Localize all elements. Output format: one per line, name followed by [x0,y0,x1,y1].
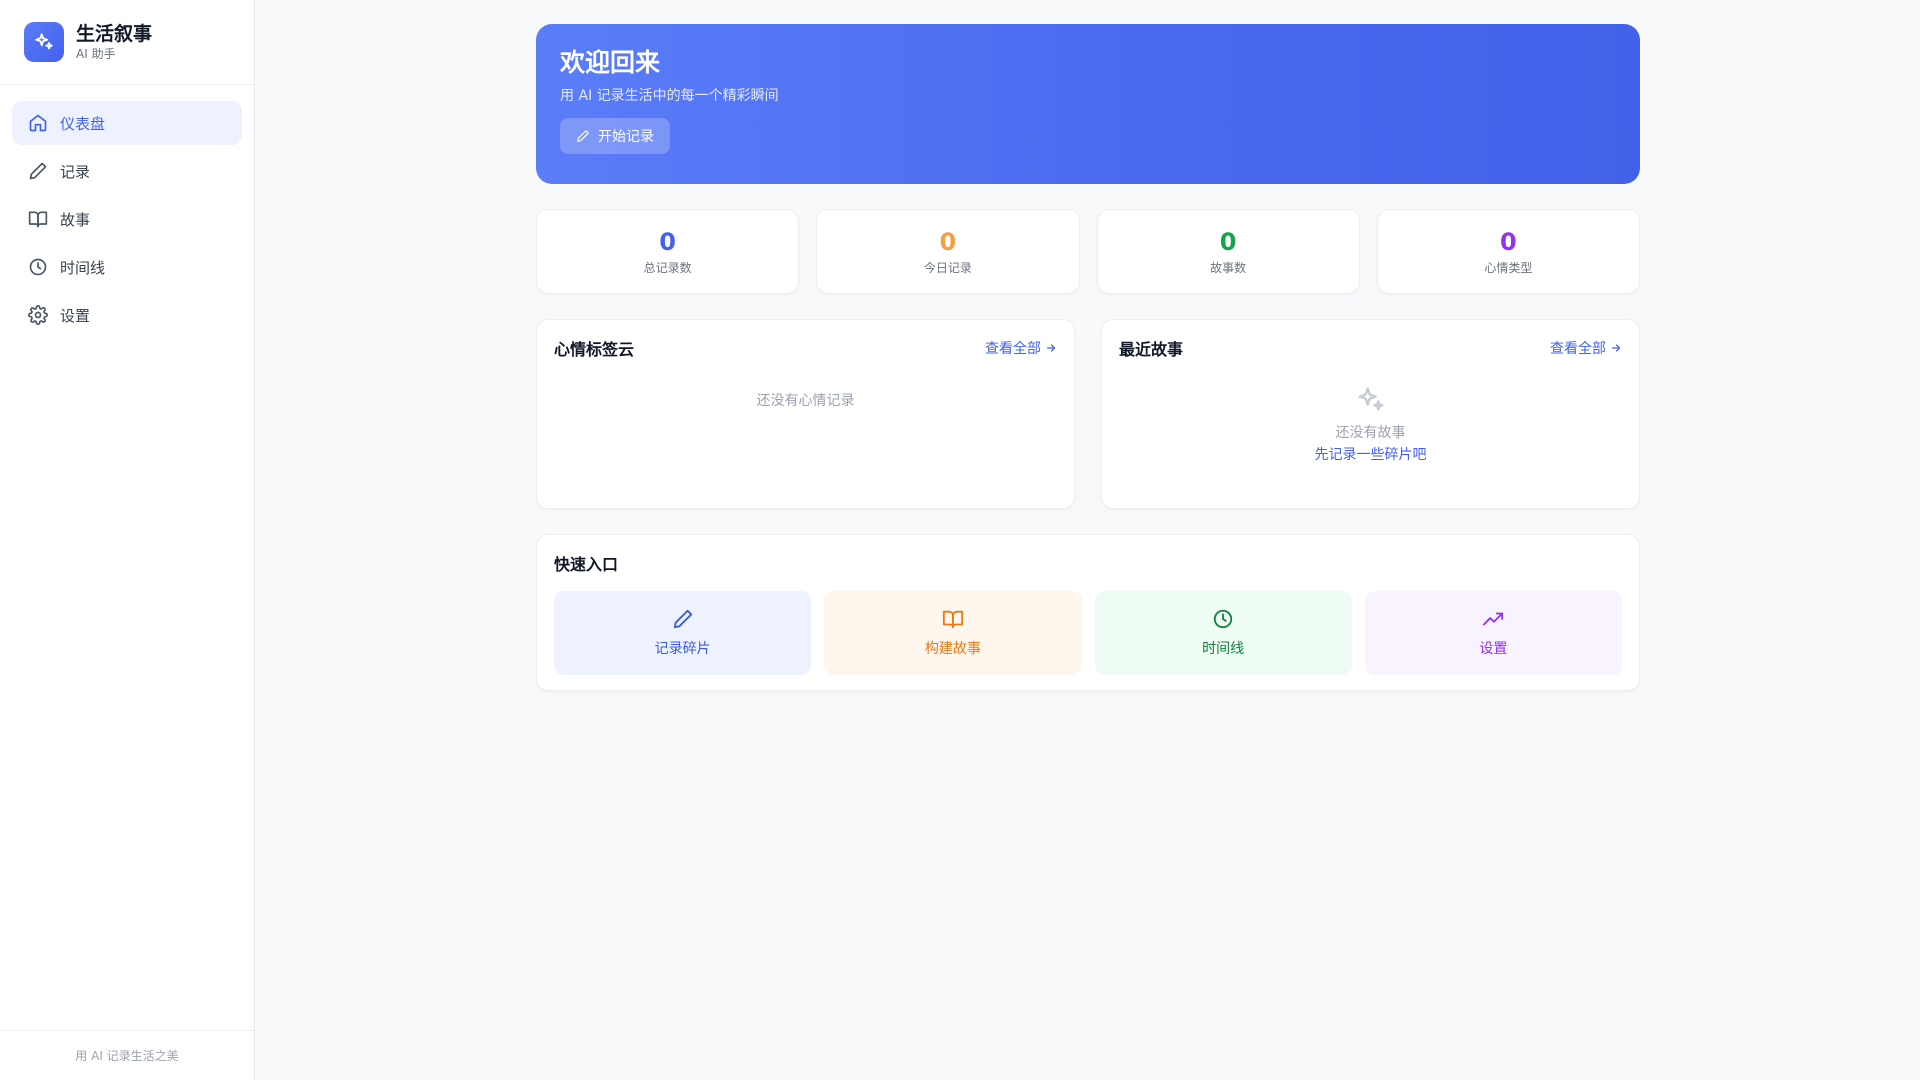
app-root: 生活叙事 AI 助手 仪表盘 记录 故事 时间线 设置 用 AI 记录生活之美 … [0,0,1920,1080]
stat-mood-types: 0 心情类型 [1376,209,1640,294]
sidebar-item-record[interactable]: 记录 [12,149,242,193]
sidebar-item-label: 仪表盘 [60,114,106,133]
quick-access-panel: 快速入口 记录碎片 构建故事 时间线 设置 [536,534,1640,691]
sparkles-logo-icon [24,22,64,62]
gear-icon [28,305,48,325]
quick-build-story-button[interactable]: 构建故事 [824,591,1082,675]
quick-item-label: 构建故事 [924,641,981,657]
stat-today-records: 0 今日记录 [816,209,1080,294]
stats-row: 0 总记录数 0 今日记录 0 故事数 0 心情类型 [536,209,1640,294]
sidebar-footer: 用 AI 记录生活之美 [0,1030,254,1080]
brand: 生活叙事 AI 助手 [0,0,254,85]
stat-value: 0 [1219,228,1237,256]
sidebar: 生活叙事 AI 助手 仪表盘 记录 故事 时间线 设置 用 AI 记录生活之美 [0,0,255,1080]
start-record-label: 开始记录 [598,129,654,145]
stat-story-count: 0 故事数 [1096,209,1360,294]
clock-icon [1213,609,1233,629]
dashboard-content: 欢迎回来 用 AI 记录生活中的每一个精彩瞬间 开始记录 0 总记录数 0 今日… [536,24,1640,691]
quick-access-grid: 记录碎片 构建故事 时间线 设置 [554,591,1622,675]
welcome-title: 欢迎回来 [560,48,661,77]
sidebar-item-timeline[interactable]: 时间线 [12,245,242,289]
sidebar-item-dashboard[interactable]: 仪表盘 [12,101,242,145]
start-record-button[interactable]: 开始记录 [560,118,670,154]
welcome-subtitle: 用 AI 记录生活中的每一个精彩瞬间 [560,88,779,104]
sidebar-item-label: 故事 [60,210,91,229]
mood-tag-cloud-panel: 心情标签云 查看全部 还没有心情记录 [536,319,1075,509]
sidebar-nav: 仪表盘 记录 故事 时间线 设置 [0,85,254,357]
main-area: 欢迎回来 用 AI 记录生活中的每一个精彩瞬间 开始记录 0 总记录数 0 今日… [255,0,1920,1080]
quick-item-label: 设置 [1479,641,1508,657]
view-all-label: 查看全部 [1550,341,1606,357]
stat-label: 今日记录 [923,261,972,275]
record-fragments-link[interactable]: 先记录一些碎片吧 [1315,444,1427,466]
pen-icon [673,609,692,629]
view-all-label: 查看全部 [985,341,1041,357]
panel-title: 最近故事 [1119,340,1184,359]
trending-up-icon [1483,612,1504,626]
panel-title: 心情标签云 [554,340,635,359]
stat-label: 心情类型 [1484,261,1533,275]
panels-row: 心情标签云 查看全部 还没有心情记录 最近故事 查看全部 还没有故事 先记录一些… [536,319,1640,509]
quick-timeline-button[interactable]: 时间线 [1094,591,1352,675]
arrow-right-icon [1046,344,1056,352]
quick-settings-button[interactable]: 设置 [1364,591,1622,675]
stat-label: 故事数 [1210,261,1247,275]
pen-icon [577,130,589,142]
sidebar-item-label: 记录 [60,162,91,181]
welcome-banner: 欢迎回来 用 AI 记录生活中的每一个精彩瞬间 开始记录 [536,24,1640,184]
sidebar-item-label: 时间线 [60,258,106,277]
brand-subtitle: AI 助手 [76,47,116,61]
stat-label: 总记录数 [643,261,692,275]
quick-item-label: 记录碎片 [654,641,711,657]
stat-value: 0 [1500,228,1517,256]
quick-item-label: 时间线 [1202,641,1245,657]
recent-stories-panel: 最近故事 查看全部 还没有故事 先记录一些碎片吧 [1101,319,1640,509]
stat-value: 0 [939,228,957,256]
pen-icon [28,161,48,181]
book-icon [942,610,963,629]
sidebar-item-stories[interactable]: 故事 [12,197,242,241]
quick-access-title: 快速入口 [554,555,619,574]
sidebar-item-label: 设置 [60,306,91,325]
book-icon [28,209,48,229]
clock-icon [28,257,48,277]
sidebar-item-settings[interactable]: 设置 [12,293,242,337]
stories-empty-text: 还没有故事 [1335,425,1406,441]
stat-value: 0 [659,228,676,256]
brand-title: 生活叙事 [76,23,153,45]
stories-empty-state: 还没有故事 先记录一些碎片吧 [1119,384,1622,466]
mood-empty-text: 还没有心情记录 [756,393,855,409]
sparkles-icon [1357,387,1384,411]
stat-total-records: 0 总记录数 [536,209,800,294]
quick-record-fragment-button[interactable]: 记录碎片 [554,591,812,675]
arrow-right-icon [1611,344,1621,352]
view-all-stories-link[interactable]: 查看全部 [1550,338,1622,358]
home-icon [28,113,48,133]
view-all-moods-link[interactable]: 查看全部 [985,338,1057,358]
